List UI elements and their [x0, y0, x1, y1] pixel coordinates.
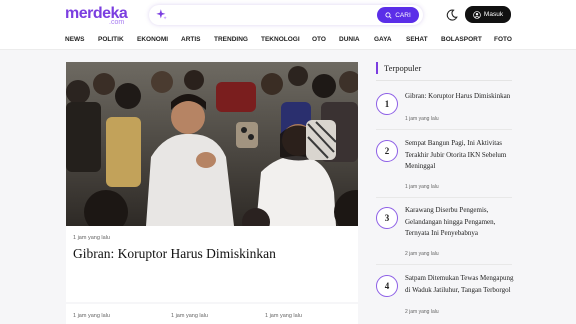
popular-item-title[interactable]: Karawang Diserbu Pengemis, Gelandangan h… — [405, 205, 515, 240]
logo-suffix: .com — [109, 19, 125, 26]
rank-badge: 2 — [376, 140, 398, 162]
headline-time: 1 jam yang lalu — [73, 235, 110, 241]
article-time: 1 jam yang lalu — [73, 313, 110, 319]
crowd-photo-illustration — [66, 62, 358, 226]
divider — [376, 264, 512, 265]
headline-image[interactable] — [66, 62, 358, 226]
article-time: 1 jam yang lalu — [265, 313, 302, 319]
search-button-label: CARI — [395, 11, 411, 19]
login-button-label: Masuk — [483, 11, 504, 18]
headline-card[interactable]: 1 jam yang lalu Gibran: Koruptor Harus D… — [66, 62, 358, 302]
nav-item-ekonomi[interactable]: EKONOMI — [137, 36, 168, 43]
nav-item-trending[interactable]: TRENDING — [214, 36, 248, 43]
popular-item-title[interactable]: Sempat Bangun Pagi, Ini Aktivitas Terakh… — [405, 138, 515, 173]
popular-item-title[interactable]: Gibran: Koruptor Harus Dimiskinkan — [405, 91, 515, 103]
search-sparkle-icon — [385, 11, 392, 19]
popular-item-time: 2 jam yang lalu — [405, 309, 439, 315]
popular-section-header: Terpopuler — [376, 62, 512, 74]
category-nav: NEWS POLITIK EKONOMI ARTIS TRENDING TEKN… — [0, 34, 576, 48]
sparkle-icon — [156, 9, 167, 20]
nav-item-foto[interactable]: FOTO — [494, 36, 512, 43]
article-row: 1 jam yang lalu 1 jam yang lalu 1 jam ya… — [66, 304, 358, 324]
popular-item-time: 2 jam yang lalu — [405, 251, 439, 257]
nav-item-oto[interactable]: OTO — [312, 36, 326, 43]
merdeka-logo[interactable]: merdeka .com — [65, 5, 131, 27]
popular-item-title[interactable]: Satpam Ditemukan Tewas Mengapung di Wadu… — [405, 273, 515, 296]
popular-section-title: Terpopuler — [384, 63, 422, 73]
nav-item-sehat[interactable]: SEHAT — [406, 36, 428, 43]
nav-item-gaya[interactable]: GAYA — [374, 36, 392, 43]
headline-title[interactable]: Gibran: Koruptor Harus Dimiskinkan — [73, 246, 276, 262]
rank-badge: 1 — [376, 93, 398, 115]
user-icon — [473, 10, 481, 19]
nav-item-news[interactable]: NEWS — [65, 36, 85, 43]
search-input[interactable] — [171, 9, 371, 21]
login-button[interactable]: Masuk — [465, 6, 511, 23]
nav-item-teknologi[interactable]: TEKNOLOGI — [261, 36, 300, 43]
nav-item-bolasport[interactable]: BOLASPORT — [441, 36, 482, 43]
rank-badge: 3 — [376, 207, 398, 229]
site-header: merdeka .com CARI Masuk NEWS POLITIK EKO… — [0, 0, 576, 50]
nav-item-artis[interactable]: ARTIS — [181, 36, 201, 43]
search-button[interactable]: CARI — [377, 7, 419, 23]
article-time: 1 jam yang lalu — [171, 313, 208, 319]
divider — [376, 129, 512, 130]
popular-item-time: 1 jam yang lalu — [405, 116, 439, 122]
dark-mode-moon-icon[interactable] — [446, 9, 458, 21]
accent-bar — [376, 62, 378, 74]
nav-item-dunia[interactable]: DUNIA — [339, 36, 360, 43]
nav-item-politik[interactable]: POLITIK — [98, 36, 124, 43]
popular-item-time: 1 jam yang lalu — [405, 184, 439, 190]
divider — [376, 80, 512, 81]
divider — [376, 197, 512, 198]
rank-badge: 4 — [376, 275, 398, 297]
